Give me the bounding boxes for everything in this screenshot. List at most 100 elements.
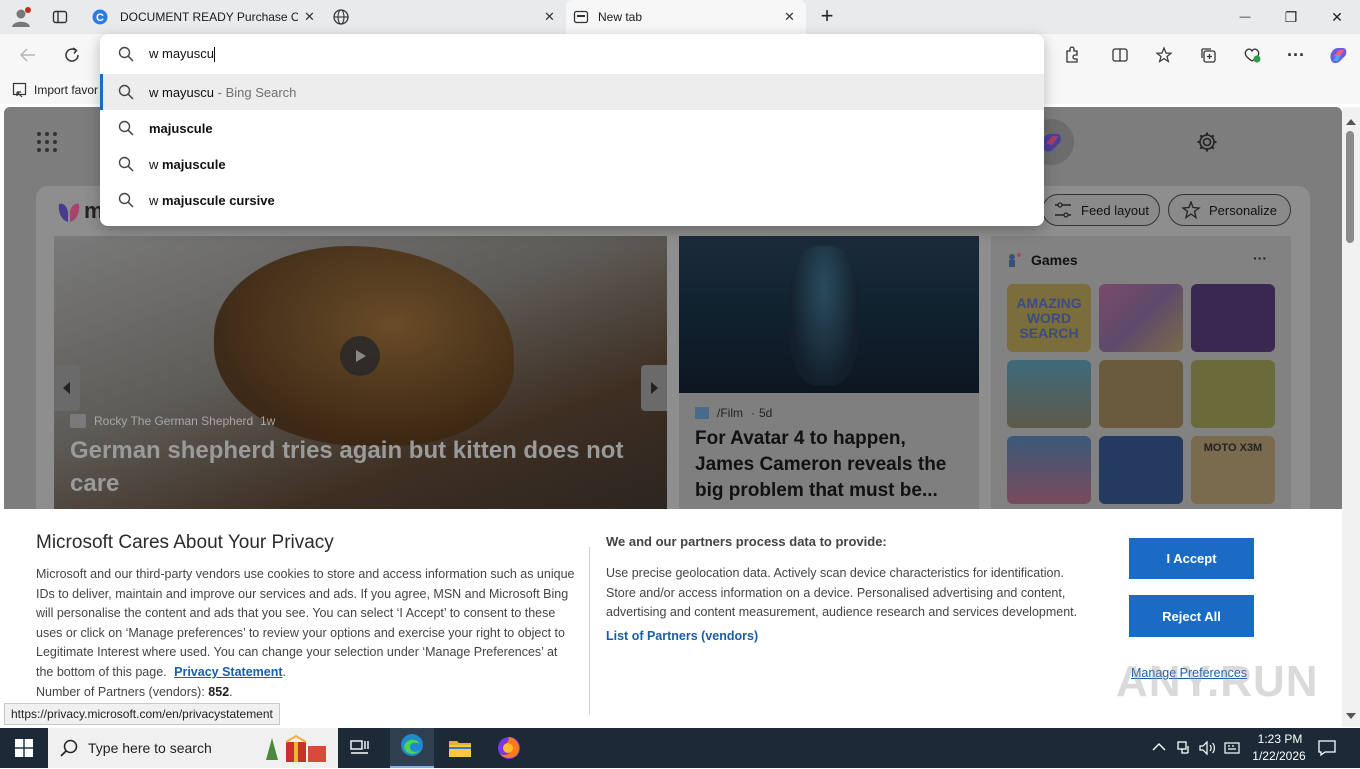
- import-favorites-link[interactable]: Import favor: [34, 83, 98, 97]
- input-method-icon[interactable]: [1224, 740, 1240, 756]
- game-tile-moto[interactable]: MOTO X3M: [1191, 436, 1275, 504]
- status-bar-url: https://privacy.microsoft.com/en/privacy…: [4, 703, 280, 725]
- clock-date[interactable]: 1/22/2026: [1246, 749, 1312, 763]
- task-view-icon[interactable]: [346, 734, 374, 762]
- game-tile-word-search-text: AMAZING WORD SEARCH: [1016, 294, 1082, 341]
- close-window-button[interactable]: ✕: [1314, 0, 1360, 34]
- import-favorites-icon[interactable]: [12, 82, 28, 98]
- address-input-value: w mayuscu: [149, 45, 215, 61]
- feed-layout-label: Feed layout: [1081, 202, 1149, 218]
- taskbar-search-box[interactable]: Type here to search: [48, 728, 338, 768]
- games-more-icon[interactable]: ···: [1253, 250, 1267, 266]
- tab-close-icon[interactable]: ✕: [784, 9, 795, 25]
- settings-gear-icon[interactable]: [1196, 131, 1218, 153]
- game-tile-4[interactable]: [1007, 360, 1091, 428]
- tab-title: DOCUMENT READY Purchase Ord: [120, 10, 298, 24]
- search-icon: [60, 739, 78, 757]
- page-scrollbar[interactable]: [1342, 107, 1360, 727]
- tab-close-icon[interactable]: ✕: [544, 9, 555, 25]
- scroll-down-icon[interactable]: [1346, 707, 1356, 719]
- address-input-row[interactable]: w mayuscu: [100, 36, 1044, 72]
- story2-source: /Film: [717, 406, 743, 420]
- firefox-icon[interactable]: [495, 734, 523, 762]
- search-icon: [118, 46, 134, 62]
- suggestion-text: w mayuscu: [149, 84, 215, 100]
- list-of-partners-link[interactable]: List of Partners (vendors): [606, 629, 758, 643]
- copilot-icon[interactable]: [1326, 43, 1350, 67]
- minimize-button[interactable]: —: [1222, 0, 1268, 34]
- search-icon: [118, 156, 134, 172]
- data-purposes-title: We and our partners process data to prov…: [606, 534, 887, 549]
- notifications-icon[interactable]: [1318, 739, 1336, 757]
- games-title: Games: [1031, 252, 1078, 268]
- more-menu-icon[interactable]: ···: [1284, 43, 1308, 67]
- hero-source: Rocky The German Shepherd: [94, 414, 254, 428]
- back-icon[interactable]: [16, 43, 40, 67]
- carousel-prev-button[interactable]: [54, 365, 80, 411]
- story2-separator: ·: [751, 406, 755, 420]
- suggestion-text: w: [149, 192, 162, 208]
- collections-icon[interactable]: [1196, 43, 1220, 67]
- privacy-statement-link[interactable]: Privacy Statement: [174, 665, 282, 679]
- feed-layout-button[interactable]: Feed layout: [1042, 194, 1160, 226]
- network-icon[interactable]: [1176, 740, 1192, 756]
- address-input[interactable]: w mayuscu: [149, 45, 216, 63]
- data-purposes-body: Use precise geolocation data. Actively s…: [606, 566, 1078, 620]
- suggestion-row[interactable]: w majuscule: [100, 146, 1044, 182]
- file-explorer-icon[interactable]: [446, 734, 474, 762]
- search-icon: [118, 192, 134, 208]
- tab-close-icon[interactable]: ✕: [304, 9, 315, 25]
- extensions-icon[interactable]: [1060, 43, 1084, 67]
- browser-essentials-icon[interactable]: [1240, 43, 1264, 67]
- scroll-up-icon[interactable]: [1346, 113, 1356, 125]
- hero-age: 1w: [260, 414, 276, 428]
- start-windows-icon[interactable]: [10, 734, 38, 762]
- accept-button[interactable]: I Accept: [1129, 538, 1254, 579]
- show-hidden-icons-icon[interactable]: [1152, 740, 1166, 754]
- game-tile-5[interactable]: [1099, 360, 1183, 428]
- story2-headline[interactable]: For Avatar 4 to happen, James Cameron re…: [695, 426, 965, 504]
- hero-story-card[interactable]: Rocky The German Shepherd · 1w German sh…: [54, 236, 667, 526]
- partners-count: 852: [208, 684, 230, 699]
- search-highlight-icon: [262, 732, 332, 764]
- refresh-icon[interactable]: [60, 43, 84, 67]
- personalize-button[interactable]: Personalize: [1168, 194, 1291, 226]
- suggestion-row[interactable]: majuscule: [100, 110, 1044, 146]
- search-icon: [118, 84, 134, 100]
- restore-button[interactable]: ❐: [1268, 0, 1314, 34]
- game-tile-3[interactable]: [1191, 284, 1275, 352]
- tab-actions-icon[interactable]: [52, 9, 68, 25]
- windows-taskbar: Type here to search 1:23 PM 1/22/2026: [0, 728, 1360, 768]
- app-launcher-icon[interactable]: [36, 131, 58, 153]
- tab-title: New tab: [598, 10, 643, 24]
- new-tab-page-icon: [573, 9, 589, 25]
- favorites-icon[interactable]: [1152, 43, 1176, 67]
- scrollbar-thumb[interactable]: [1346, 131, 1354, 243]
- game-tile-7[interactable]: [1007, 436, 1091, 504]
- suggestion-bold: majuscule: [162, 156, 226, 172]
- play-video-icon[interactable]: [340, 336, 380, 376]
- feed-layout-icon: [1053, 201, 1073, 219]
- reject-all-button[interactable]: Reject All: [1129, 595, 1254, 637]
- hero-source-icon: [70, 414, 86, 428]
- new-tab-button[interactable]: +: [816, 4, 838, 28]
- suggestion-suffix: - Bing Search: [214, 84, 297, 100]
- taskbar-edge-active[interactable]: [390, 728, 434, 768]
- edge-icon: [400, 733, 424, 762]
- game-tile-6[interactable]: [1191, 360, 1275, 428]
- profile-icon[interactable]: [10, 6, 32, 28]
- game-tile-8[interactable]: [1099, 436, 1183, 504]
- game-tile-2[interactable]: [1099, 284, 1183, 352]
- split-screen-icon[interactable]: [1108, 43, 1132, 67]
- carousel-next-button[interactable]: [641, 365, 667, 411]
- volume-icon[interactable]: [1199, 740, 1217, 756]
- avatar-story-card[interactable]: /Film · 5d For Avatar 4 to happen, James…: [679, 236, 979, 526]
- clock-time[interactable]: 1:23 PM: [1252, 732, 1308, 746]
- tab-blank[interactable]: ✕: [326, 0, 566, 34]
- suggestion-row[interactable]: w majuscule cursive: [100, 182, 1044, 218]
- suggestion-row[interactable]: w mayuscu - Bing Search: [100, 74, 1044, 110]
- hero-headline[interactable]: German shepherd tries again but kitten d…: [70, 434, 630, 500]
- tab-new-tab[interactable]: New tab ✕: [566, 0, 806, 34]
- tab-document-ready[interactable]: C DOCUMENT READY Purchase Ord ✕: [84, 0, 326, 34]
- game-tile-word-search[interactable]: AMAZING WORD SEARCH: [1007, 284, 1091, 352]
